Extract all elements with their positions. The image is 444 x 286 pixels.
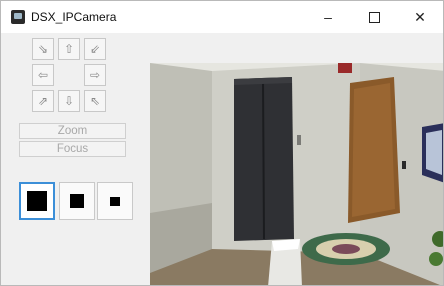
minimize-button[interactable]: – <box>305 1 351 33</box>
arrow-down-right-icon: ⇖ <box>89 94 101 108</box>
pan-up-right-button[interactable]: ⇙ <box>84 38 106 60</box>
window-title: DSX_IPCamera <box>31 10 117 24</box>
focus-button[interactable]: Focus <box>19 141 126 157</box>
arrow-right-icon: ⇨ <box>89 68 101 82</box>
view-size-small-button[interactable] <box>97 182 133 220</box>
arrow-down-left-icon: ⇗ <box>37 94 49 108</box>
close-icon: ✕ <box>414 8 426 25</box>
medium-square-icon <box>70 194 84 208</box>
pan-right-button[interactable]: ⇨ <box>84 64 106 86</box>
maximize-button[interactable] <box>351 1 397 33</box>
large-square-icon <box>27 191 47 211</box>
zoom-button[interactable]: Zoom <box>19 123 126 139</box>
arrow-down-icon: ⇩ <box>63 94 75 108</box>
maximize-icon <box>368 11 380 23</box>
camera-app-icon <box>11 10 25 24</box>
minimize-icon: – <box>324 9 332 25</box>
arrow-up-left-icon: ⇘ <box>37 42 49 56</box>
pan-left-button[interactable]: ⇦ <box>32 64 54 86</box>
arrow-up-icon: ⇧ <box>63 42 75 56</box>
pan-up-left-button[interactable]: ⇘ <box>32 38 54 60</box>
small-square-icon <box>110 196 120 206</box>
ptz-control-pad: ⇘ ⇧ ⇙ ⇦ ⇨ ⇗ ⇩ ⇖ <box>32 38 108 114</box>
arrow-up-right-icon: ⇙ <box>89 42 101 56</box>
pan-down-left-button[interactable]: ⇗ <box>32 90 54 112</box>
title-bar[interactable]: DSX_IPCamera – ✕ <box>1 1 443 33</box>
ptz-center-gap <box>58 64 80 86</box>
view-size-medium-button[interactable] <box>59 182 95 220</box>
arrow-left-icon: ⇦ <box>37 68 49 82</box>
camera-video-feed[interactable] <box>150 63 443 285</box>
pan-down-right-button[interactable]: ⇖ <box>84 90 106 112</box>
camera-window: DSX_IPCamera – ✕ ⇘ ⇧ ⇙ ⇦ ⇨ ⇗ ⇩ ⇖ Zoom Fo… <box>0 0 444 286</box>
tilt-down-button[interactable]: ⇩ <box>58 90 80 112</box>
close-button[interactable]: ✕ <box>397 1 443 33</box>
view-size-large-button[interactable] <box>19 182 55 220</box>
tilt-up-button[interactable]: ⇧ <box>58 38 80 60</box>
camera-frame-image <box>150 63 443 285</box>
